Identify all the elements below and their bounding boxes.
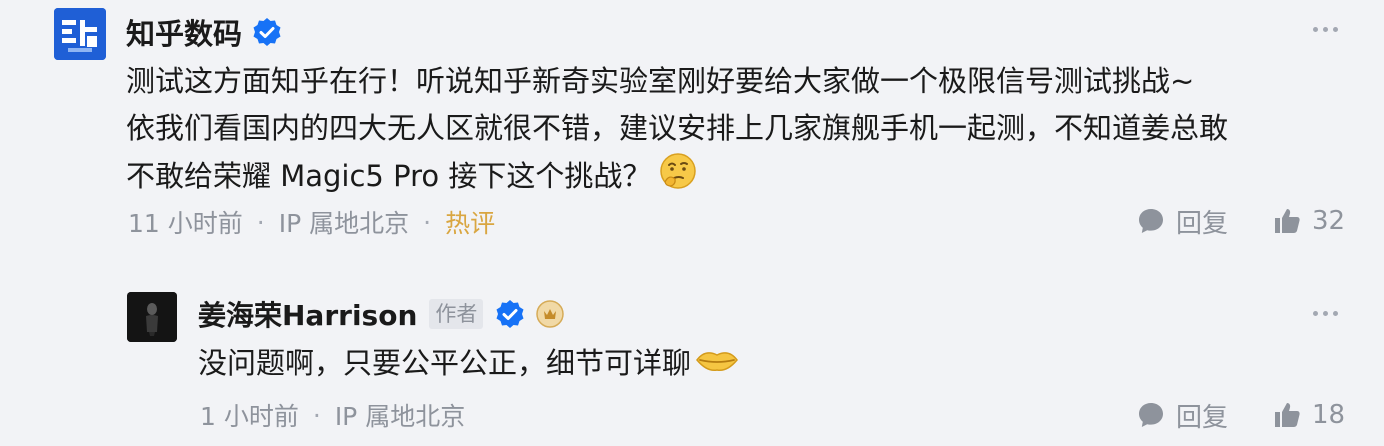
comment-body-line: 测试这方面知乎在行！听说知乎新奇实验室刚好要给大家做一个极限信号测试挑战~	[126, 64, 1195, 98]
comment-body-line: 依我们看国内的四大无人区就很不错，建议安排上几家旗舰手机一起测，不知道姜总敢	[126, 111, 1229, 145]
separator-dot: ·	[256, 207, 265, 237]
hot-comment-tag: 热评	[445, 209, 496, 238]
author-name[interactable]: 知乎数码	[126, 11, 242, 53]
timestamp: 11 小时前	[128, 209, 243, 238]
comment-body: 测试这方面知乎在行！听说知乎新奇实验室刚好要给大家做一个极限信号测试挑战~ 依我…	[126, 58, 1228, 204]
thumbs-up-icon	[1275, 209, 1300, 233]
reply-author-name[interactable]: 姜海荣Harrison	[198, 294, 417, 334]
author-badge: 作者	[429, 299, 484, 329]
author-row: 知乎数码	[126, 12, 282, 52]
thumbs-up-icon	[1275, 403, 1300, 427]
ip-location: IP 属地北京	[334, 402, 466, 431]
reply-label: 回复	[1176, 208, 1229, 239]
reply-body: 没问题啊，只要公平公正，细节可详聊	[198, 340, 739, 389]
timestamp: 1 小时前	[200, 402, 299, 431]
verified-icon	[495, 299, 525, 329]
comment-body-line: 不敢给荣耀 Magic5 Pro 接下这个挑战？	[126, 159, 652, 193]
comment-bubble-icon	[1139, 209, 1163, 233]
verified-icon	[252, 17, 282, 47]
zhihu-digital-logo-icon	[54, 8, 106, 60]
thinking-face-emoji-icon	[659, 152, 697, 204]
separator-dot: ·	[423, 207, 432, 237]
lips-emoji-icon	[695, 342, 739, 389]
more-icon[interactable]	[1313, 311, 1338, 316]
comment-meta: 11 小时前 · IP 属地北京 · 热评	[128, 205, 495, 239]
reply-comment: 姜海荣Harrison 作者 没问题啊，只要公平公正，细节可详聊 1 小时前 ·…	[0, 270, 1384, 446]
comment: 知乎数码 测试这方面知乎在行！听说知乎新奇实验室刚好要给大家做一个极限信号测试挑…	[0, 0, 1384, 250]
level-badge-icon	[535, 299, 565, 329]
reply-button[interactable]: 回复	[1136, 203, 1228, 239]
more-icon[interactable]	[1313, 27, 1338, 32]
like-count: 18	[1312, 400, 1346, 430]
person-photo-icon	[127, 292, 177, 342]
comment-body-line-last: 不敢给荣耀 Magic5 Pro 接下这个挑战？	[126, 152, 1228, 204]
separator-dot: ·	[312, 400, 321, 430]
reply-avatar[interactable]	[127, 292, 177, 342]
reply-body-text: 没问题啊，只要公平公正，细节可详聊	[198, 346, 692, 380]
reply-button[interactable]: 回复	[1136, 397, 1228, 433]
reply-label: 回复	[1176, 402, 1229, 433]
like-count: 32	[1312, 206, 1346, 236]
comment-bubble-icon	[1139, 403, 1163, 427]
ip-location: IP 属地北京	[278, 209, 410, 238]
reply-author-row: 姜海荣Harrison 作者	[198, 294, 565, 334]
reply-meta: 1 小时前 · IP 属地北京	[200, 398, 465, 432]
like-button[interactable]: 18	[1272, 397, 1345, 433]
avatar[interactable]	[54, 8, 106, 60]
like-button[interactable]: 32	[1272, 203, 1345, 239]
